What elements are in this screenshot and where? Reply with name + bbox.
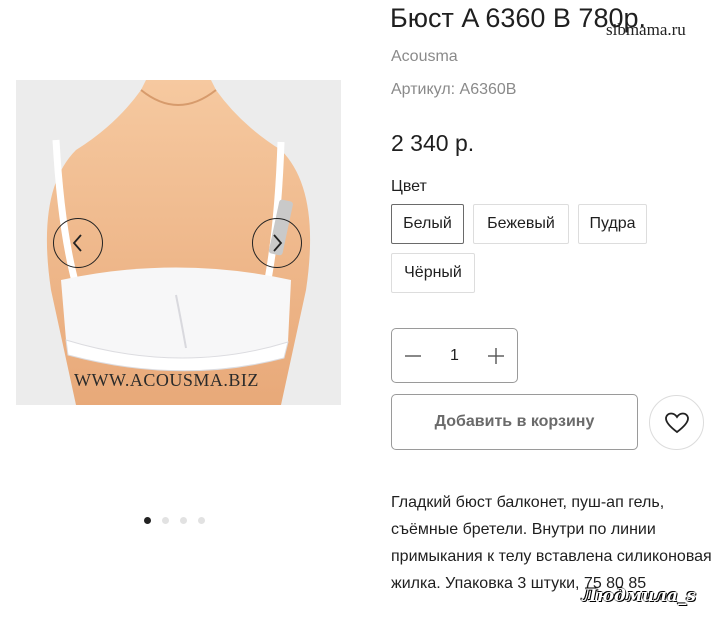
heart-icon	[664, 412, 689, 433]
product-price: 2 340 р.	[391, 130, 475, 156]
gallery-dot[interactable]	[180, 517, 187, 524]
product-description: Гладкий бюст балконет, пуш-ап гель, съём…	[391, 494, 712, 592]
quantity-increase-button[interactable]	[475, 329, 517, 382]
minus-icon	[405, 354, 421, 357]
gallery-prev-button[interactable]	[53, 218, 103, 268]
signature-watermark: Людмила_s	[582, 586, 696, 606]
gallery-dot[interactable]	[198, 517, 205, 524]
favorite-button[interactable]	[649, 395, 704, 450]
product-image-gallery[interactable]: WWW.ACOUSMA.BIZ	[16, 80, 341, 405]
photo-caption: WWW.ACOUSMA.BIZ	[74, 370, 259, 390]
product-brand[interactable]: Acousma	[391, 48, 458, 66]
watermark: sibmama.ru	[606, 20, 686, 39]
chevron-left-icon	[72, 234, 82, 252]
quantity-value[interactable]: 1	[434, 347, 475, 365]
quantity-stepper: 1	[391, 328, 518, 383]
gallery-dot[interactable]	[162, 517, 169, 524]
color-option-white[interactable]: Белый	[391, 204, 464, 244]
color-label: Цвет	[391, 178, 427, 195]
plus-icon	[488, 347, 504, 364]
gallery-dot[interactable]	[144, 517, 151, 524]
gallery-next-button[interactable]	[252, 218, 302, 268]
gallery-pagination	[144, 517, 205, 524]
chevron-right-icon	[273, 234, 283, 252]
quantity-decrease-button[interactable]	[392, 329, 434, 382]
product-sku: Артикул: A6360B	[391, 81, 517, 98]
color-option-beige[interactable]: Бежевый	[473, 204, 569, 244]
color-option-black[interactable]: Чёрный	[391, 253, 475, 293]
add-to-cart-button[interactable]: Добавить в корзину	[391, 394, 638, 450]
color-option-powder[interactable]: Пудра	[578, 204, 647, 244]
